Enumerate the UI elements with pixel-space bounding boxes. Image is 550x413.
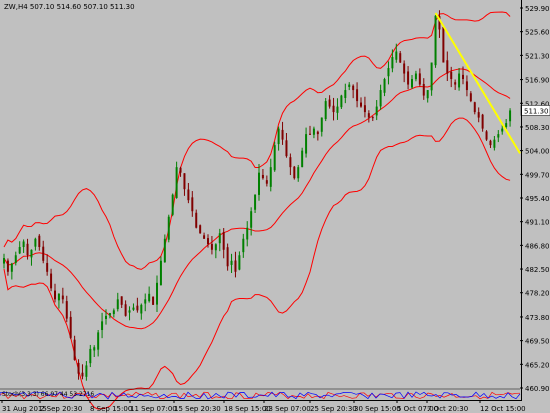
time-tick-label: 23 Sep 07:00	[264, 405, 311, 413]
price-tick-label: 529.90	[525, 5, 550, 13]
chart-window[interactable]: 529.90 525.60 521.30 516.90 512.60 508.30 504.…	[0, 0, 550, 413]
time-tick-label: 25 Sep 20:30	[310, 405, 357, 413]
price-axis: 529.90525.60521.30516.90512.60508.30504.…	[520, 5, 550, 393]
time-tick-label: 8 Sep 15:00	[90, 405, 132, 413]
price-tick-label: 508.30	[525, 124, 550, 132]
time-tick-label: 11 Sep 07:00	[130, 405, 177, 413]
price-tick-label: 473.80	[525, 314, 550, 322]
current-price-label: 511.30	[524, 107, 549, 115]
price-tick-label: 504.00	[525, 148, 550, 156]
time-axis: 31 Aug 20152 Sep 20:30 8 Sep 15:0011 Sep …	[1, 400, 526, 413]
price-tick-label: 495.40	[525, 195, 550, 203]
price-tick-label: 460.90	[525, 385, 550, 393]
price-tick-label: 478.20	[525, 290, 550, 298]
chart-info-label: ZW,H4 507.10 514.60 507.10 511.30	[4, 3, 135, 11]
price-tick-label: 486.80	[525, 242, 550, 250]
time-tick-label: 2 Sep 20:30	[40, 405, 82, 413]
plot-frame	[0, 0, 522, 401]
time-tick-label: 15 Sep 20:30	[174, 405, 221, 413]
price-tick-label: 521.30	[525, 52, 550, 60]
price-tick-label: 499.70	[525, 171, 550, 179]
price-tick-label: 469.50	[525, 338, 550, 346]
price-tick-label: 516.90	[525, 77, 550, 85]
price-tick-label: 491.10	[525, 219, 550, 227]
time-tick-label: 30 Sep 15:00	[354, 405, 401, 413]
time-tick-label: 12 Oct 15:00	[480, 405, 526, 413]
time-tick-label: 7 Oct 20:30	[427, 405, 468, 413]
price-tick-label: 525.60	[525, 29, 550, 37]
indicator-info-label: Stoch(3,3,3) 66.97 44 53.2716	[2, 391, 95, 398]
price-tick-label: 465.20	[525, 361, 550, 369]
price-tick-label: 482.50	[525, 266, 550, 274]
